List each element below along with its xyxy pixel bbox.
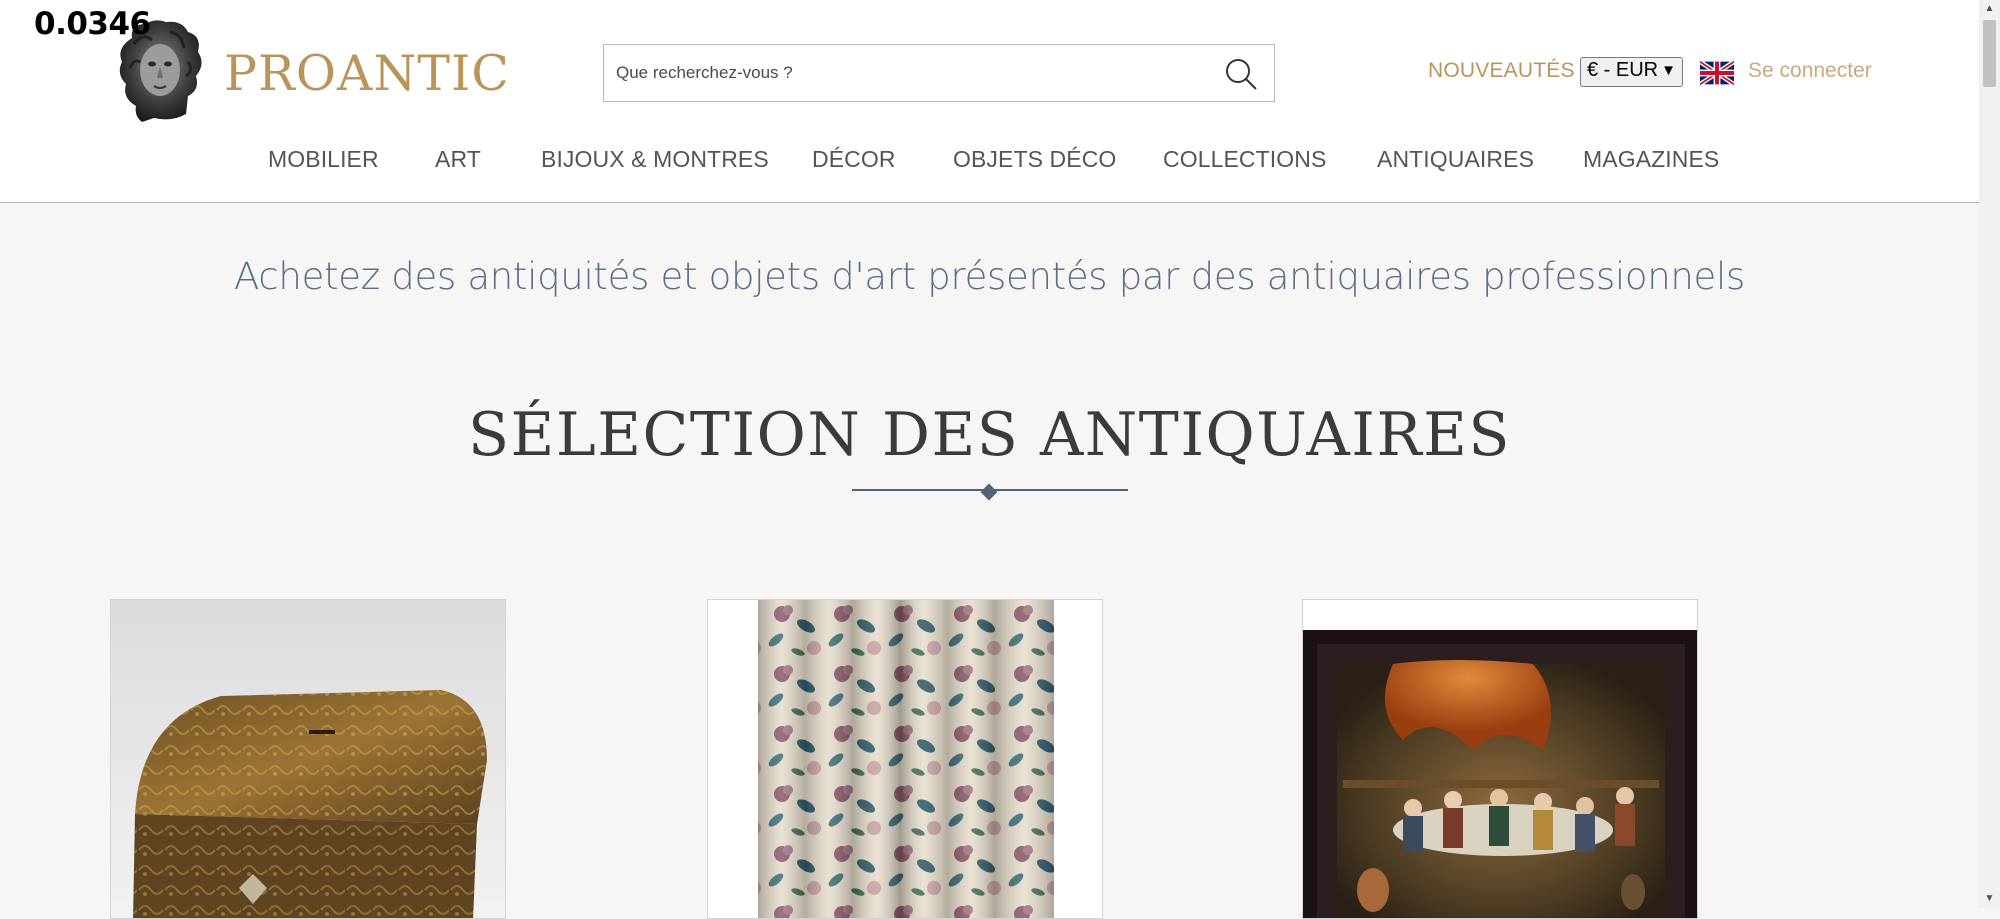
antique-box-image[interactable]: [111, 600, 506, 919]
scroll-down-icon[interactable]: ▼: [1979, 890, 2000, 908]
nav-item-antiquaires[interactable]: ANTIQUAIRES: [1377, 146, 1534, 173]
search-icon[interactable]: [1222, 55, 1260, 93]
site-header: PROANTIC NOUVEAUTÉS € - EUR ▼ Se connect…: [0, 0, 1979, 203]
overlay-value: 0.0346: [34, 6, 151, 42]
nav-item-decor[interactable]: DÉCOR: [812, 146, 896, 173]
chevron-down-icon: ▼: [1661, 62, 1676, 79]
currency-value: € - EUR: [1587, 59, 1659, 81]
login-link[interactable]: Se connecter: [1748, 59, 1872, 83]
currency-select[interactable]: € - EUR ▼: [1580, 57, 1683, 87]
section-title: SÉLECTION DES ANTIQUAIRES: [467, 400, 1512, 470]
nav-item-art[interactable]: ART: [435, 146, 481, 173]
product-card[interactable]: [110, 599, 506, 919]
scrollbar-thumb[interactable]: [1983, 20, 1996, 87]
search-input[interactable]: [604, 45, 1216, 101]
page-tagline: Achetez des antiquités et objets d'art p…: [234, 255, 1745, 298]
main-nav: MOBILIER ART BIJOUX & MONTRES DÉCOR OBJE…: [0, 146, 1979, 180]
product-card[interactable]: [1302, 599, 1698, 919]
nav-item-objets-deco[interactable]: OBJETS DÉCO: [953, 146, 1116, 173]
nav-item-magazines[interactable]: MAGAZINES: [1583, 146, 1719, 173]
framed-painting-image[interactable]: [1303, 600, 1698, 919]
divider-diamond-icon: [980, 483, 998, 501]
uk-flag-icon[interactable]: [1700, 61, 1734, 85]
nav-item-bijoux-montres[interactable]: BIJOUX & MONTRES: [541, 146, 769, 173]
scroll-up-icon[interactable]: ▲: [1979, 0, 2000, 18]
search-box: [603, 44, 1275, 102]
nav-item-mobilier[interactable]: MOBILIER: [268, 146, 379, 173]
product-card[interactable]: [707, 599, 1103, 919]
floral-curtain-image[interactable]: [708, 600, 1103, 919]
nav-item-collections[interactable]: COLLECTIONS: [1163, 146, 1326, 173]
scrollbar[interactable]: ▲ ▼: [1979, 0, 2000, 908]
brand-name[interactable]: PROANTIC: [224, 44, 510, 104]
new-arrivals-link[interactable]: NOUVEAUTÉS: [1428, 59, 1575, 83]
